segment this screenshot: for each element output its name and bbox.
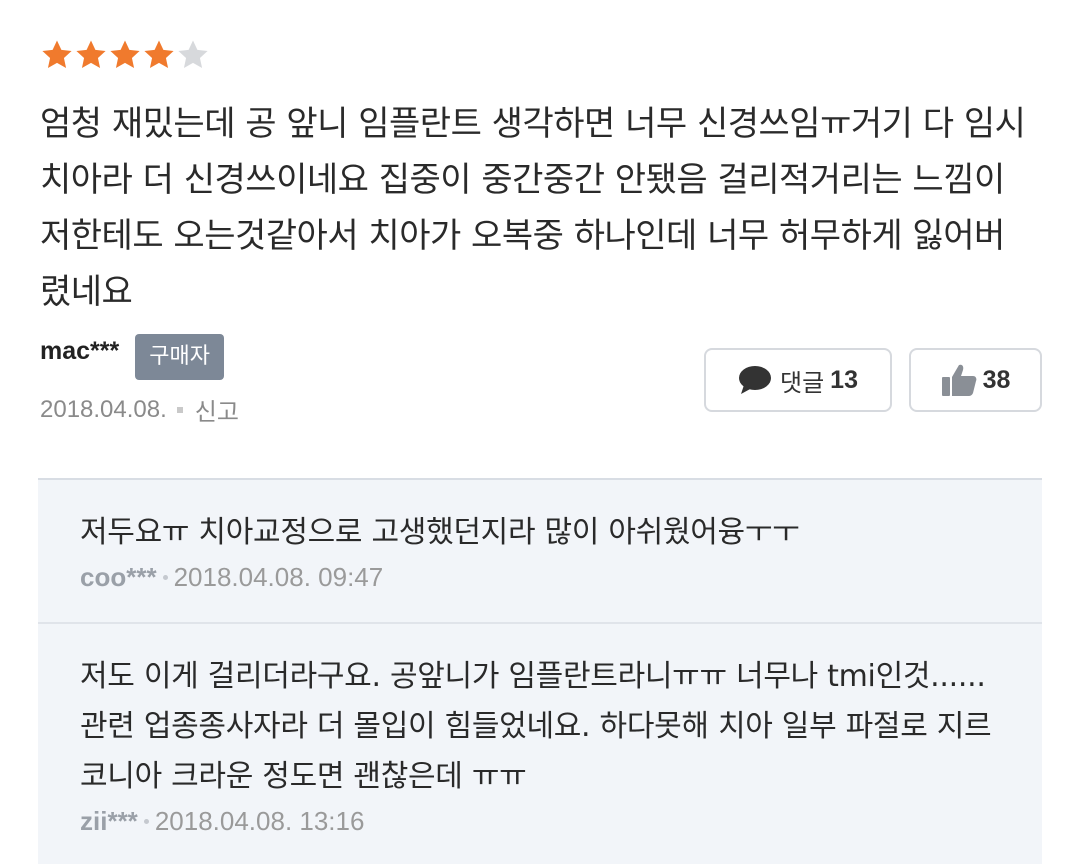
report-link[interactable]: 신고 xyxy=(195,392,239,427)
like-button[interactable]: 38 xyxy=(909,348,1042,412)
comments-button[interactable]: 댓글 13 xyxy=(704,348,892,412)
review-body: 엄청 재밌는데 공 앞니 임플란트 생각하면 너무 신경쓰임ㅠ거기 다 임시치아… xyxy=(40,104,1026,312)
star-icon-filled xyxy=(76,40,106,69)
review-card: 엄청 재밌는데 공 앞니 임플란트 생각하면 너무 신경쓰임ㅠ거기 다 임시치아… xyxy=(0,0,1079,478)
thumbs-up-icon xyxy=(941,364,976,396)
star-icon-filled xyxy=(110,40,140,69)
comment-text: 저두요ㅠ 치아교정으로 고생했던지라 많이 아쉬웠어융ㅜㅜ xyxy=(80,515,800,550)
review-meta: 2018.04.08. 신고 xyxy=(40,392,239,427)
comment-item: 저도 이게 걸리더라구요. 공앞니가 임플란트라니ㅠㅠ 너무나 tmi인것...… xyxy=(38,622,1042,866)
comment-datetime: 2018.04.08. 09:47 xyxy=(173,562,384,592)
comment-author: coo*** xyxy=(80,562,157,592)
separator-dot xyxy=(143,819,149,824)
comment-list: 저두요ㅠ 치아교정으로 고생했던지라 많이 아쉬웠어융ㅜㅜ coo*** 201… xyxy=(38,478,1042,864)
speech-bubble-icon xyxy=(739,366,771,394)
star-icon-filled xyxy=(42,40,72,69)
comments-count: 13 xyxy=(830,365,858,394)
comment-meta: coo*** 2018.04.08. 09:47 xyxy=(80,562,383,593)
comment-datetime: 2018.04.08. 13:16 xyxy=(154,806,365,836)
comment-meta: zii*** 2018.04.08. 13:16 xyxy=(80,806,364,837)
separator-dot xyxy=(176,406,183,413)
comment-author: zii*** xyxy=(80,806,138,836)
star-rating xyxy=(40,38,210,72)
comments-button-label: 댓글 xyxy=(780,368,825,397)
review-author-row: mac*** 구매자 xyxy=(40,334,224,380)
review-author: mac*** xyxy=(40,336,120,365)
separator-dot xyxy=(162,575,168,580)
star-icon-empty xyxy=(178,40,208,69)
comment-text: 저도 이게 걸리더라구요. 공앞니가 임플란트라니ㅠㅠ 너무나 tmi인것...… xyxy=(80,659,992,794)
review-date: 2018.04.08. xyxy=(40,395,167,423)
comment-item: 저두요ㅠ 치아교정으로 고생했던지라 많이 아쉬웠어융ㅜㅜ coo*** 201… xyxy=(38,480,1042,620)
buyer-badge: 구매자 xyxy=(135,334,224,380)
star-icon-filled xyxy=(144,40,174,69)
like-count: 38 xyxy=(982,365,1011,394)
